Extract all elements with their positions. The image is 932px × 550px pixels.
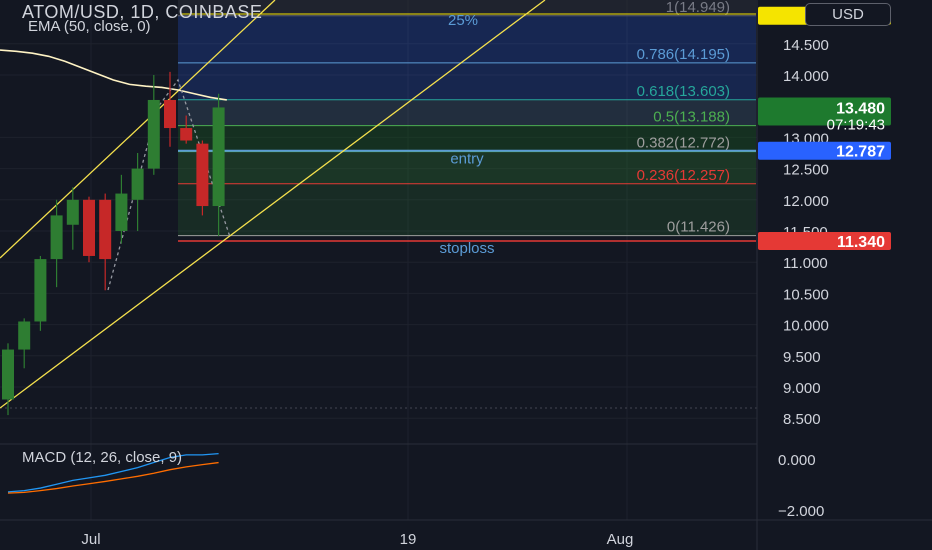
candle-body <box>115 193 128 231</box>
price-tick-label: 14.500 <box>783 37 829 54</box>
price-tick-label: 8.500 <box>783 411 821 428</box>
price-tick-label: 14.000 <box>783 68 829 85</box>
candle-body <box>147 99 160 169</box>
candle-body <box>66 199 79 225</box>
candle-body <box>131 168 144 200</box>
candle-body <box>212 107 225 207</box>
candle-body <box>18 321 31 350</box>
macd-tick-label: −2.000 <box>778 503 824 520</box>
fib-label: 0.236(12.257) <box>637 167 730 184</box>
candle-body <box>34 259 47 322</box>
macd-tick-label: 0.000 <box>778 452 816 469</box>
currency-button[interactable]: USD <box>805 3 891 26</box>
chart-canvas[interactable]: 1(14.949) 0.786(14.195) 0.618(13.603) 0.5(1… <box>0 0 932 550</box>
price-tick-label: 10.500 <box>783 286 829 303</box>
price-tick-label: 12.500 <box>783 162 829 179</box>
macd-legend[interactable]: MACD (12, 26, close, 9) <box>22 449 182 466</box>
candle-body <box>164 99 176 129</box>
fib-label: 1(14.949) <box>666 0 730 16</box>
ema-legend[interactable]: EMA (50, close, 0) <box>28 18 151 35</box>
time-tick-label: Jul <box>81 531 100 548</box>
percent-label: 25% <box>448 12 478 29</box>
candle-body <box>99 199 112 260</box>
price-label-text: 11.340 <box>837 234 885 251</box>
price-tick-label: 11.000 <box>783 255 828 272</box>
candle-body <box>2 349 14 400</box>
fib-label: 0.786(14.195) <box>637 46 730 63</box>
price-label-countdown: 07:19:43 <box>827 116 885 133</box>
fib-label: 0.382(12.772) <box>637 135 730 152</box>
fib-label: 0.5(13.188) <box>653 109 730 126</box>
entry-label: entry <box>450 151 484 168</box>
price-tick-label: 10.000 <box>783 318 829 335</box>
candle-body <box>50 215 63 260</box>
price-tick-label: 9.000 <box>783 380 821 397</box>
time-tick-label: Aug <box>607 531 634 548</box>
candle-body <box>83 199 95 256</box>
price-tick-label: 12.000 <box>783 193 829 210</box>
candle-body <box>180 128 193 141</box>
fib-label: 0.618(13.603) <box>637 83 730 100</box>
price-label-text: 12.787 <box>836 144 885 161</box>
stoploss-label: stoploss <box>439 240 494 257</box>
price-tick-label: 9.500 <box>783 349 821 366</box>
candle-body <box>196 143 209 207</box>
fib-label: 0(11.426) <box>667 219 730 236</box>
time-tick-label: 19 <box>400 531 417 548</box>
price-label-text: 13.480 <box>836 100 885 117</box>
